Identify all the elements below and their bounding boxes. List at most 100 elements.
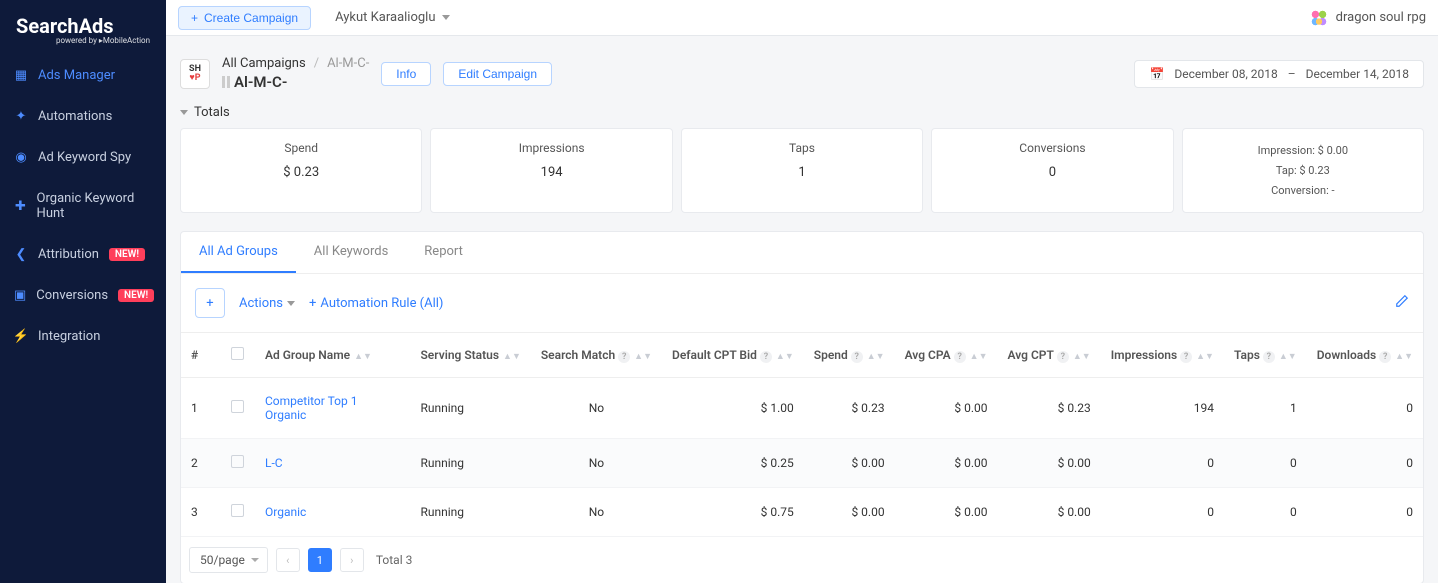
row-checkbox[interactable] bbox=[231, 504, 244, 517]
total-label: Conversions bbox=[932, 141, 1172, 155]
total-value: 194 bbox=[431, 165, 671, 180]
adgroup-link[interactable]: L-C bbox=[265, 456, 283, 470]
next-page-button[interactable]: › bbox=[340, 548, 364, 572]
sidebar-item-integration[interactable]: ⚡Integration bbox=[0, 316, 166, 357]
adgroup-link[interactable]: Competitor Top 1 Organic bbox=[265, 394, 357, 422]
edit-columns-button[interactable] bbox=[1395, 294, 1409, 312]
nav-icon: ◉ bbox=[14, 151, 28, 165]
cell-dl: 0 bbox=[1307, 439, 1423, 488]
create-campaign-label: Create Campaign bbox=[204, 11, 298, 25]
total-value: $ 0.23 bbox=[181, 165, 421, 180]
cell-spend: $ 0.00 bbox=[804, 488, 895, 537]
edit-campaign-button[interactable]: Edit Campaign bbox=[443, 62, 552, 86]
col-impr[interactable]: Impressions?▲▼ bbox=[1101, 333, 1224, 378]
actions-menu[interactable]: Actions bbox=[239, 296, 295, 311]
campaign-title: Al-M-C- bbox=[222, 73, 369, 91]
table-row: 3OrganicRunningNo$ 0.75$ 0.00$ 0.00$ 0.0… bbox=[181, 488, 1423, 537]
col-cpt[interactable]: Avg CPT?▲▼ bbox=[998, 333, 1101, 378]
cost-tap: Tap: $ 0.23 bbox=[1183, 161, 1423, 181]
col-bid[interactable]: Default CPT Bid?▲▼ bbox=[662, 333, 804, 378]
pagination: 50/page ‹ 1 › Total 3 bbox=[181, 537, 1423, 583]
pencil-icon bbox=[1395, 294, 1409, 308]
tab-all-keywords[interactable]: All Keywords bbox=[296, 232, 407, 273]
breadcrumb-root[interactable]: All Campaigns bbox=[222, 56, 306, 71]
user-menu[interactable]: Aykut Karaalioglu bbox=[335, 10, 449, 25]
row-checkbox[interactable] bbox=[231, 400, 244, 413]
prev-page-button[interactable]: ‹ bbox=[276, 548, 300, 572]
automation-label: Automation Rule (All) bbox=[320, 296, 443, 311]
sidebar-item-organic-keyword-hunt[interactable]: ✚Organic Keyword Hunt bbox=[0, 178, 166, 234]
row-checkbox[interactable] bbox=[231, 455, 244, 468]
sidebar-item-automations[interactable]: ✦Automations bbox=[0, 96, 166, 137]
sidebar-item-ad-keyword-spy[interactable]: ◉ Ad Keyword Spy bbox=[0, 137, 166, 178]
cell-spend: $ 0.23 bbox=[804, 378, 895, 439]
nav-icon: ✦ bbox=[14, 110, 28, 124]
add-button[interactable]: + bbox=[195, 288, 225, 318]
sidebar-item-label: Integration bbox=[38, 329, 100, 344]
cell-status: Running bbox=[410, 488, 530, 537]
cell-name: Organic bbox=[255, 488, 410, 537]
adgroup-link[interactable]: Organic bbox=[265, 505, 306, 519]
breadcrumbs: All Campaigns / Al-M-C- Al-M-C- bbox=[222, 56, 369, 91]
total-label: Spend bbox=[181, 141, 421, 155]
user-name: Aykut Karaalioglu bbox=[335, 10, 435, 25]
brand-powered: powered by ▸MobileAction bbox=[16, 36, 150, 45]
automation-rule-button[interactable]: + Automation Rule (All) bbox=[309, 296, 443, 311]
sidebar-item-label: Ad Keyword Spy bbox=[38, 150, 131, 165]
page-1-button[interactable]: 1 bbox=[308, 548, 332, 572]
sidebar-item-conversions[interactable]: ▣ConversionsNEW! bbox=[0, 275, 166, 316]
brand-name: SearchAds bbox=[16, 14, 150, 38]
plus-icon: + bbox=[191, 11, 198, 25]
panel-toolbar: + Actions + Automation Rule (All) bbox=[181, 274, 1423, 332]
date-range-picker[interactable]: 📅 December 08, 2018 – December 14, 2018 bbox=[1134, 60, 1424, 88]
total-card-impressions: Impressions194 bbox=[430, 128, 672, 213]
col-cpa[interactable]: Avg CPA?▲▼ bbox=[895, 333, 998, 378]
totals-toggle[interactable]: Totals bbox=[180, 105, 1424, 120]
date-sep: – bbox=[1288, 67, 1296, 81]
col-index: # bbox=[181, 333, 221, 378]
cell-status: Running bbox=[410, 439, 530, 488]
cell-impr: 194 bbox=[1101, 378, 1224, 439]
nav-icon: ▦ bbox=[14, 69, 28, 83]
cell-taps: 0 bbox=[1224, 439, 1307, 488]
total-card-conversions: Conversions0 bbox=[931, 128, 1173, 213]
date-to: December 14, 2018 bbox=[1306, 67, 1409, 81]
panel-tabs: All Ad GroupsAll KeywordsReport bbox=[181, 232, 1423, 274]
app-name: dragon soul rpg bbox=[1336, 10, 1426, 25]
plus-icon: + bbox=[309, 296, 316, 311]
cell-match: No bbox=[531, 439, 662, 488]
calendar-icon: 📅 bbox=[1149, 67, 1164, 81]
create-campaign-button[interactable]: + Create Campaign bbox=[178, 6, 311, 30]
col-taps[interactable]: Taps?▲▼ bbox=[1224, 333, 1307, 378]
content: SH♥P All Campaigns / Al-M-C- Al-M-C- Inf… bbox=[166, 36, 1438, 583]
per-page-select[interactable]: 50/page bbox=[189, 547, 268, 573]
actions-label: Actions bbox=[239, 296, 283, 311]
campaign-name: Al-M-C- bbox=[234, 73, 287, 91]
col-dl[interactable]: Downloads?▲▼ bbox=[1307, 333, 1423, 378]
cell-index: 2 bbox=[181, 439, 221, 488]
cell-bid: $ 1.00 bbox=[662, 378, 804, 439]
col-status[interactable]: Serving Status▲▼ bbox=[410, 333, 530, 378]
cell-match: No bbox=[531, 378, 662, 439]
col-name[interactable]: Ad Group Name▲▼ bbox=[255, 333, 410, 378]
campaign-app-icon: SH♥P bbox=[180, 59, 210, 89]
date-from: December 08, 2018 bbox=[1174, 67, 1277, 81]
total-count: Total 3 bbox=[376, 553, 413, 567]
col-match[interactable]: Search Match?▲▼ bbox=[531, 333, 662, 378]
select-all-checkbox[interactable] bbox=[231, 347, 244, 360]
cell-checkbox bbox=[221, 488, 255, 537]
app-selector[interactable]: dragon soul rpg bbox=[1310, 9, 1426, 27]
sidebar: SearchAds powered by ▸MobileAction ▦ Ads … bbox=[0, 0, 166, 583]
info-button[interactable]: Info bbox=[381, 62, 431, 86]
sidebar-item-label: Ads Manager bbox=[38, 68, 115, 83]
tab-all-ad-groups[interactable]: All Ad Groups bbox=[181, 232, 296, 273]
brand-logo: SearchAds powered by ▸MobileAction bbox=[0, 10, 166, 55]
nav-icon: ▣ bbox=[14, 289, 26, 303]
sidebar-item-ads-manager[interactable]: ▦ Ads Manager bbox=[0, 55, 166, 96]
sidebar-item-attribution[interactable]: ❮AttributionNEW! bbox=[0, 234, 166, 275]
tab-report[interactable]: Report bbox=[406, 232, 481, 273]
total-card-spend: Spend $ 0.23 bbox=[180, 128, 422, 213]
col-spend[interactable]: Spend?▲▼ bbox=[804, 333, 895, 378]
adgroups-panel: All Ad GroupsAll KeywordsReport + Action… bbox=[180, 231, 1424, 583]
breadcrumb-current: Al-M-C- bbox=[327, 56, 369, 71]
